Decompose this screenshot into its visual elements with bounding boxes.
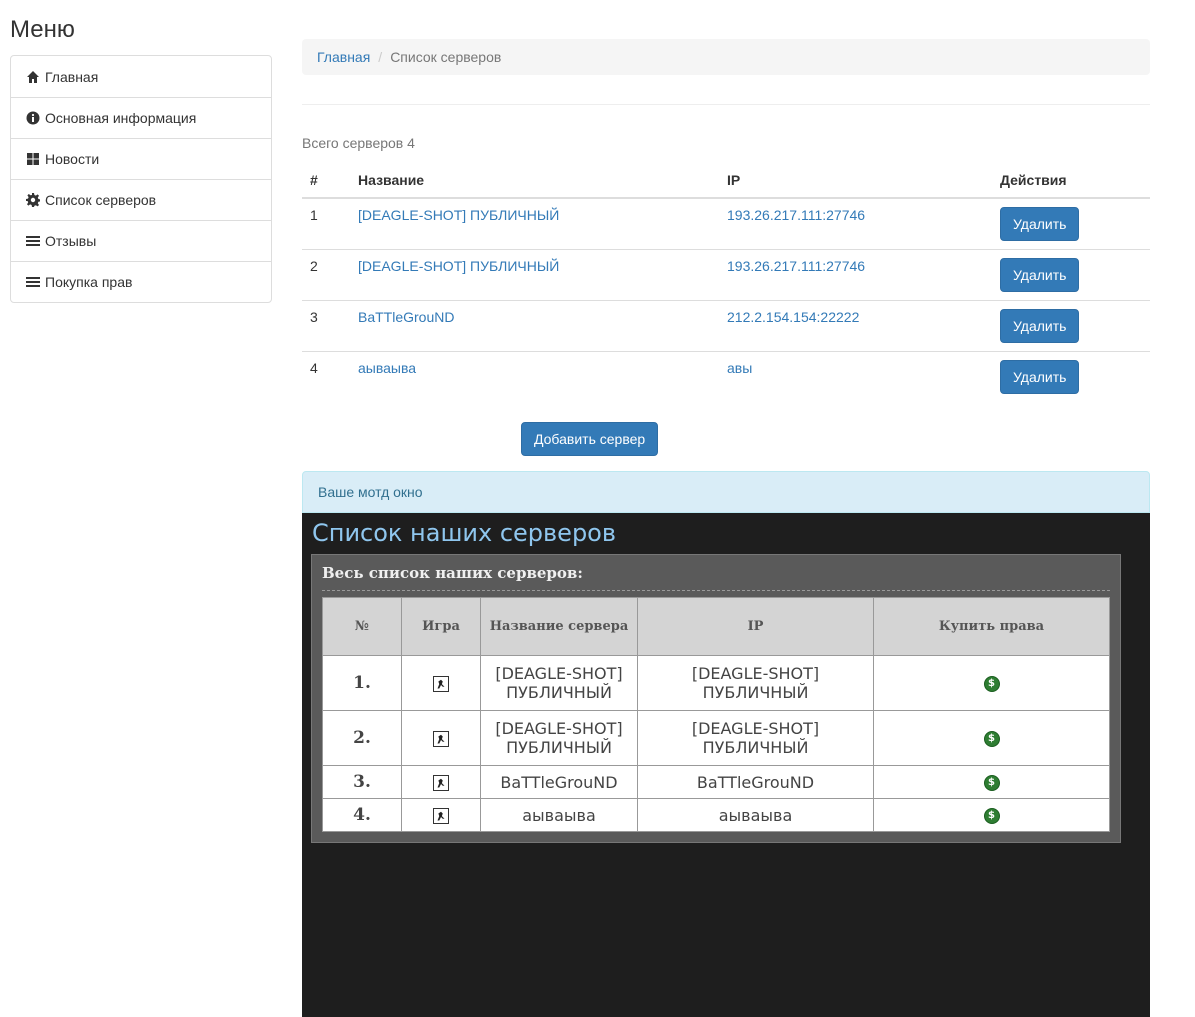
- counter-strike-icon: [433, 775, 449, 791]
- motd-table-row: 2. [DEAGLE-SHOT] ПУБЛИЧНЫЙ [DEAGLE-SHOT]…: [322, 710, 1110, 766]
- add-server-button[interactable]: Добавить сервер: [521, 422, 659, 456]
- motd-server-ip: аываыва: [637, 798, 874, 832]
- buy-rights-icon[interactable]: $: [983, 808, 1000, 824]
- sidebar-item-label: Основная информация: [45, 110, 197, 126]
- sidebar-item-main-info[interactable]: Основная информация: [11, 97, 271, 138]
- sidebar-item-label: Главная: [45, 68, 99, 85]
- motd-row-number: 1.: [322, 655, 402, 711]
- table-row: 1 [DEAGLE-SHOT] ПУБЛИЧНЫЙ 193.26.217.111…: [302, 197, 1150, 249]
- motd-header-game: Игра: [401, 597, 481, 656]
- sidebar-item-label: Новости: [45, 151, 100, 167]
- sidebar-item-home[interactable]: Главная: [11, 56, 271, 97]
- row-number: 1: [302, 197, 350, 249]
- delete-button[interactable]: Удалить: [1000, 308, 1080, 343]
- sidebar-item-buy-rights[interactable]: Покупка прав: [11, 261, 271, 302]
- server-ip-link[interactable]: 193.26.217.111:27746: [727, 258, 865, 274]
- gear-icon: [26, 193, 40, 207]
- motd-server-name: аываыва: [480, 798, 638, 832]
- sidebar-item-label: Покупка прав: [45, 274, 133, 290]
- list-icon: [26, 275, 40, 289]
- table-row: 3 BaTTleGrouND 212.2.154.154:22222 Удали…: [302, 299, 1150, 351]
- servers-table: # Название IP Действия 1 [DEAGLE-SHOT] П…: [302, 162, 1150, 402]
- table-row: 2 [DEAGLE-SHOT] ПУБЛИЧНЫЙ 193.26.217.111…: [302, 248, 1150, 300]
- grid-icon: [26, 152, 40, 166]
- list-icon: [26, 234, 40, 248]
- divider: [302, 104, 1150, 105]
- motd-server-ip: [DEAGLE-SHOT] ПУБЛИЧНЫЙ: [637, 655, 874, 711]
- row-number: 3: [302, 299, 350, 351]
- sidebar-item-label: Отзывы: [45, 233, 97, 249]
- motd-row-number: 2.: [322, 710, 402, 766]
- counter-strike-icon: [433, 676, 449, 692]
- delete-button[interactable]: Удалить: [1000, 207, 1080, 241]
- motd-header-num: №: [322, 597, 402, 656]
- motd-box-title: Весь список наших серверов:: [322, 564, 1110, 591]
- column-header-name: Название: [350, 162, 719, 199]
- buy-rights-icon[interactable]: $: [983, 775, 1000, 791]
- buy-rights-icon[interactable]: $: [983, 676, 1000, 692]
- total-servers-count: Всего серверов 4: [302, 135, 415, 151]
- motd-header-name: Название сервера: [480, 597, 638, 656]
- server-ip-link[interactable]: 193.26.217.111:27746: [727, 207, 865, 223]
- motd-server-name: [DEAGLE-SHOT] ПУБЛИЧНЫЙ: [480, 710, 638, 766]
- home-icon: [26, 70, 40, 84]
- delete-button[interactable]: Удалить: [1000, 359, 1080, 394]
- breadcrumb-separator: /: [378, 49, 383, 65]
- motd-preview: Список наших серверов Весь список наших …: [302, 513, 1150, 1017]
- motd-panel-heading: Ваше мотд окно: [302, 471, 1150, 513]
- motd-server-box: Весь список наших серверов: № Игра Назва…: [311, 554, 1121, 843]
- sidebar-menu: Главная Основная информация Новости Спис…: [10, 55, 272, 303]
- menu-title: Меню: [10, 16, 75, 43]
- sidebar-item-server-list[interactable]: Список серверов: [11, 179, 271, 220]
- motd-table-row: 3. BaTTleGrouND BaTTleGrouND $: [322, 765, 1110, 799]
- row-number: 2: [302, 248, 350, 300]
- server-name-link[interactable]: [DEAGLE-SHOT] ПУБЛИЧНЫЙ: [358, 207, 559, 223]
- column-header-actions: Действия: [992, 162, 1150, 199]
- counter-strike-icon: [433, 731, 449, 747]
- motd-table-row: 1. [DEAGLE-SHOT] ПУБЛИЧНЫЙ [DEAGLE-SHOT]…: [322, 655, 1110, 711]
- breadcrumb: Главная / Список серверов: [302, 39, 1150, 75]
- table-row: 4 аываыва авы Удалить: [302, 350, 1150, 402]
- motd-row-number: 3.: [322, 765, 402, 799]
- server-name-link[interactable]: [DEAGLE-SHOT] ПУБЛИЧНЫЙ: [358, 258, 559, 274]
- row-number: 4: [302, 350, 350, 402]
- server-name-link[interactable]: аываыва: [358, 360, 416, 376]
- delete-button[interactable]: Удалить: [1000, 257, 1080, 292]
- motd-header-buy: Купить права: [873, 597, 1110, 656]
- motd-servers-table: № Игра Название сервера IP Купить права …: [322, 597, 1110, 832]
- server-ip-link[interactable]: авы: [727, 360, 752, 376]
- breadcrumb-current: Список серверов: [390, 49, 502, 65]
- motd-server-name: BaTTleGrouND: [480, 765, 638, 799]
- sidebar-item-news[interactable]: Новости: [11, 138, 271, 179]
- motd-header-ip: IP: [637, 597, 874, 656]
- info-icon: [26, 111, 40, 125]
- motd-title: Список наших серверов: [312, 519, 617, 547]
- motd-server-name: [DEAGLE-SHOT] ПУБЛИЧНЫЙ: [480, 655, 638, 711]
- motd-row-number: 4.: [322, 798, 402, 832]
- motd-table-row: 4. аываыва аываыва $: [322, 798, 1110, 832]
- counter-strike-icon: [433, 808, 449, 824]
- sidebar-item-reviews[interactable]: Отзывы: [11, 220, 271, 261]
- sidebar-item-label: Список серверов: [45, 192, 157, 208]
- server-ip-link[interactable]: 212.2.154.154:22222: [727, 309, 859, 325]
- buy-rights-icon[interactable]: $: [983, 731, 1000, 747]
- server-name-link[interactable]: BaTTleGrouND: [358, 309, 454, 325]
- column-header-num: #: [302, 162, 350, 199]
- motd-server-ip: [DEAGLE-SHOT] ПУБЛИЧНЫЙ: [637, 710, 874, 766]
- motd-server-ip: BaTTleGrouND: [637, 765, 874, 799]
- breadcrumb-home-link[interactable]: Главная: [317, 49, 370, 65]
- column-header-ip: IP: [719, 162, 992, 199]
